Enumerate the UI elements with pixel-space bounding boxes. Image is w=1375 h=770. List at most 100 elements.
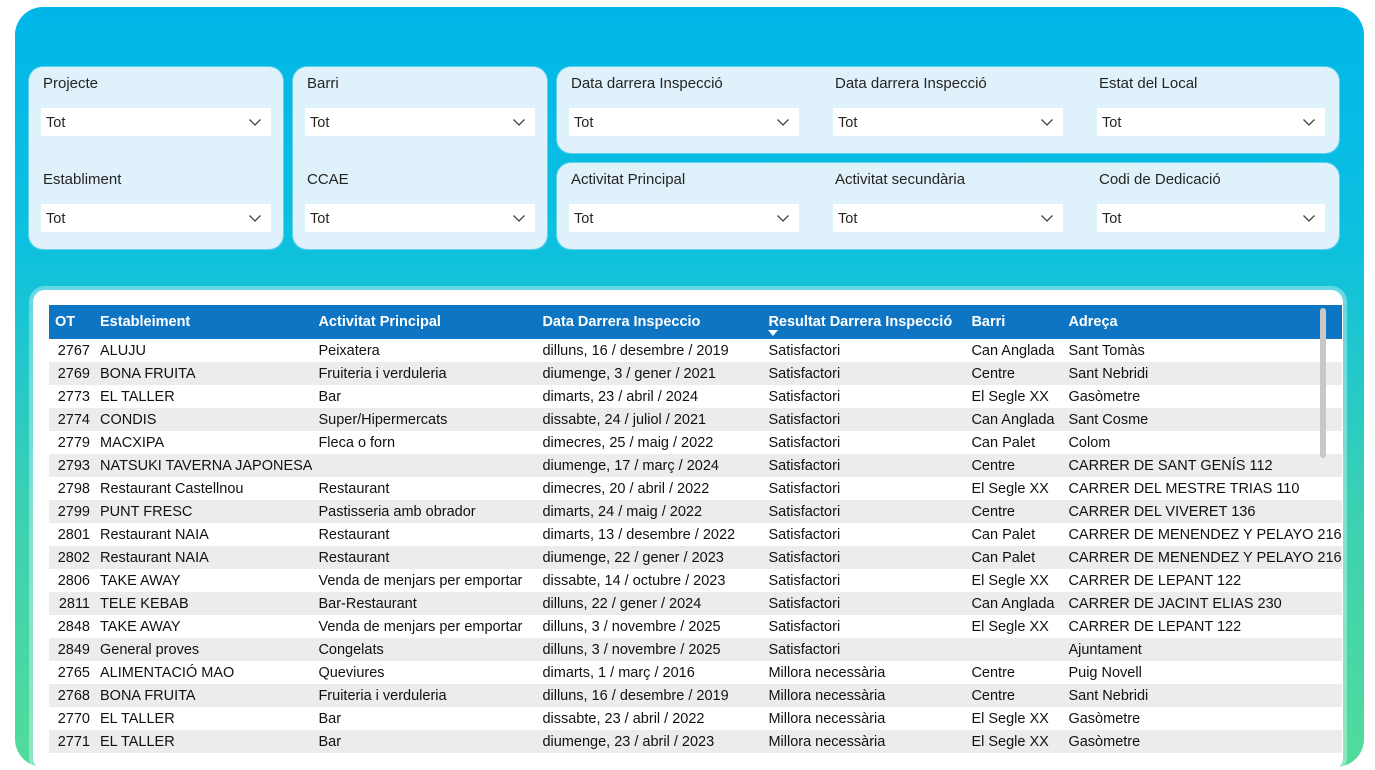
chevron-down-icon <box>249 215 261 222</box>
table-cell: Centre <box>965 454 1063 477</box>
table-cell: Gasòmetre <box>1068 710 1141 727</box>
table-cell: Satisfactori <box>768 572 841 589</box>
table-cell: El Segle XX <box>971 388 1049 405</box>
table-cell: dimarts, 23 / abril / 2024 <box>542 388 699 405</box>
sort-descending-icon <box>768 330 779 336</box>
table-cell: 2774 <box>49 408 94 431</box>
table-row[interactable]: 2849 General proves Congelats dilluns, 3 / … <box>49 638 1342 661</box>
table-cell: Millora necessària <box>768 664 886 681</box>
chevron-down-icon <box>1303 215 1315 222</box>
dropdown-value: Tot <box>1102 115 1122 131</box>
table-cell: 2801 <box>57 526 90 543</box>
table-cell: dimarts, 1 / març / 2016 <box>542 664 695 681</box>
table-cell: Millora necessària <box>762 684 966 707</box>
dropdown-value: Tot <box>574 115 594 131</box>
table-cell: Sant Nebridi <box>1062 362 1342 385</box>
table-row[interactable]: 2799 PUNT FRESC Pastisseria amb obrador dim… <box>49 500 1342 523</box>
chevron-down-icon <box>513 215 525 222</box>
table-cell: MACXIPA <box>100 434 165 451</box>
table-header-row: OT Estableiment Activitat Principal Data… <box>49 305 1342 339</box>
table-cell: dissabte, 24 / juliol / 2021 <box>536 408 763 431</box>
table-cell: EL TALLER <box>100 710 175 727</box>
table-cell: Fleca o forn <box>318 434 396 451</box>
table-row[interactable]: 2767 ALUJU Peixatera dilluns, 16 / desembre… <box>49 339 1342 362</box>
table-cell: Can Anglada <box>965 592 1063 615</box>
table-row[interactable]: 2774 CONDIS Super/Hipermercats dissabte, 24… <box>49 408 1342 431</box>
slicer-label: Estat del Local <box>1099 75 1198 92</box>
table-cell: 2811 <box>49 592 94 615</box>
table-cell: EL TALLER <box>100 388 175 405</box>
table-cell: Satisfactori <box>762 638 966 661</box>
table-cell: 2770 <box>57 710 90 727</box>
table-cell: El Segle XX <box>971 572 1049 589</box>
slicer-label: Activitat secundària <box>835 171 966 188</box>
table-cell: Satisfactori <box>762 500 966 523</box>
table-row[interactable]: 2802 Restaurant NAIA Restaurant diumenge, 2… <box>49 546 1342 569</box>
table-cell: Bar <box>318 710 342 727</box>
table-row[interactable]: 2793 NATSUKI TAVERNA JAPONESA diumenge, 17… <box>49 454 1342 477</box>
column-header-ot[interactable]: OT <box>49 305 94 339</box>
column-header-data[interactable]: Data Darrera Inspeccio <box>536 305 763 339</box>
column-header-estableiment[interactable]: Estableiment <box>94 305 313 339</box>
table-row[interactable]: 2770 EL TALLER Bar dissabte, 23 / abril / 2… <box>49 707 1342 730</box>
activitat-principal-dropdown[interactable]: Tot <box>569 204 799 232</box>
table-cell: Satisfactori <box>762 592 966 615</box>
table-row[interactable]: 2769 BONA FRUITA Fruiteria i verduleria diu… <box>49 362 1342 385</box>
table-cell: Congelats <box>312 638 537 661</box>
dropdown-value: Tot <box>574 211 594 227</box>
table-cell: Can Anglada <box>965 408 1063 431</box>
table-row[interactable]: 2811 TELE KEBAB Bar-Restaurant dilluns, 22 … <box>49 592 1342 615</box>
projecte-dropdown[interactable]: Tot <box>41 108 271 136</box>
table-cell: Restaurant <box>312 546 537 569</box>
table-row[interactable]: 2848 TAKE AWAY Venda de menjars per emport… <box>49 615 1342 638</box>
slicer-label: Data darrera Inspecció <box>571 75 723 92</box>
table-cell <box>965 638 1063 661</box>
dropdown-value: Tot <box>1102 211 1122 227</box>
table-cell: El Segle XX <box>971 710 1049 727</box>
table-cell: General proves <box>94 638 313 661</box>
table-cell: ALIMENTACIÓ MAO <box>100 664 235 681</box>
table-cell: Venda de menjars per emportar <box>318 572 523 589</box>
column-header-activitat[interactable]: Activitat Principal <box>312 305 537 339</box>
table-cell: CARRER DE MENENDEZ Y PELAYO 216 <box>1068 526 1342 543</box>
ccae-dropdown[interactable]: Tot <box>305 204 535 232</box>
table-row[interactable]: 2765 ALIMENTACIÓ MAO Queviures dimarts, 1 /… <box>49 661 1342 684</box>
data-inspeccio-1-dropdown[interactable]: Tot <box>569 108 799 136</box>
table-cell: 2768 <box>49 684 94 707</box>
table-cell: Pastisseria amb obrador <box>312 500 537 523</box>
estat-local-dropdown[interactable]: Tot <box>1097 108 1325 136</box>
table-cell: dilluns, 22 / gener / 2024 <box>536 592 763 615</box>
table-cell: Peixatera <box>318 342 380 359</box>
column-header-barri[interactable]: Barri <box>965 305 1063 339</box>
table-cell: El Segle XX <box>971 480 1049 497</box>
table-row[interactable]: 2806 TAKE AWAY Venda de menjars per emport… <box>49 569 1342 592</box>
table-cell: Centre <box>965 500 1063 523</box>
column-header-resultat[interactable]: Resultat Darrera Inspecció <box>762 305 966 339</box>
table-cell: 2765 <box>57 664 90 681</box>
chevron-down-icon <box>1303 119 1315 126</box>
table-cell: Restaurant NAIA <box>100 526 209 543</box>
table-cell: NATSUKI TAVERNA JAPONESA <box>94 454 313 477</box>
table-cell: diumenge, 22 / gener / 2023 <box>536 546 763 569</box>
table-row[interactable]: 2773 EL TALLER Bar dimarts, 23 / abril / 20… <box>49 385 1342 408</box>
table-row[interactable]: 2798 Restaurant Castellnou Restaurant dimec… <box>49 477 1342 500</box>
table-cell: dissabte, 14 / octubre / 2023 <box>542 572 726 589</box>
table-cell: Puig Novell <box>1068 664 1142 681</box>
slicer-label: Activitat Principal <box>571 171 686 188</box>
codi-dedicacio-dropdown[interactable]: Tot <box>1097 204 1325 232</box>
table-row[interactable]: 2801 Restaurant NAIA Restaurant dimarts, 13… <box>49 523 1342 546</box>
establiment-dropdown[interactable]: Tot <box>41 204 271 232</box>
table-cell: Satisfactori <box>768 342 841 359</box>
table-cell: Restaurant Castellnou <box>100 480 244 497</box>
column-header-adreca[interactable]: Adreça <box>1062 305 1342 339</box>
table-cell: Gasòmetre <box>1068 388 1141 405</box>
data-inspeccio-2-dropdown[interactable]: Tot <box>833 108 1063 136</box>
table-cell: TAKE AWAY <box>100 618 181 635</box>
activitat-secundaria-dropdown[interactable]: Tot <box>833 204 1063 232</box>
table-row[interactable]: 2779 MACXIPA Fleca o forn dimecres, 25 / ma… <box>49 431 1342 454</box>
table-row[interactable]: 2768 BONA FRUITA Fruiteria i verduleria dil… <box>49 684 1342 707</box>
barri-dropdown[interactable]: Tot <box>305 108 535 136</box>
table-scrollbar[interactable] <box>1320 308 1326 458</box>
table-cell: 2849 <box>49 638 94 661</box>
table-cell: dilluns, 16 / desembre / 2019 <box>536 684 763 707</box>
